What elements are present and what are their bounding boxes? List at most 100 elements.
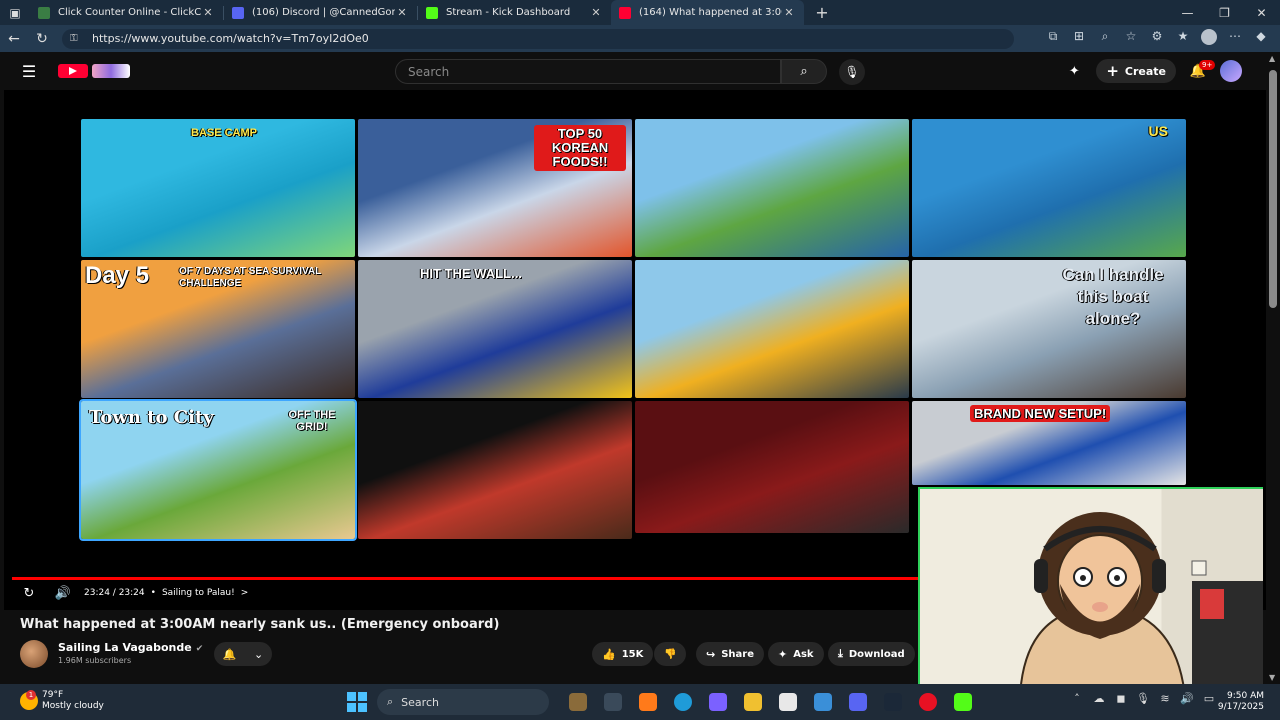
microphone-icon[interactable]: 🎙: [1132, 692, 1154, 705]
minimize-icon[interactable]: —: [1169, 6, 1206, 20]
back-icon[interactable]: ←: [0, 31, 28, 47]
copilot-icon[interactable]: ◆: [1248, 29, 1274, 48]
scroll-thumb[interactable]: [1269, 70, 1277, 308]
taskbar-app-icon[interactable]: [560, 690, 595, 714]
favorites-icon[interactable]: ★: [1170, 29, 1196, 48]
taskbar-app-icon[interactable]: [770, 690, 805, 714]
taskbar-search[interactable]: ⌕ Search: [377, 689, 549, 715]
taskbar-app-icon[interactable]: [630, 690, 665, 714]
share-button[interactable]: ↪ Share: [696, 642, 765, 666]
ask-button[interactable]: ✦ Ask: [768, 642, 824, 666]
end-screen-video-thumbnail[interactable]: [635, 401, 909, 533]
search-icon: ⌕: [800, 64, 808, 79]
temperature: 79°F: [42, 690, 64, 700]
search-input[interactable]: Search: [395, 59, 781, 84]
tab-actions-icon[interactable]: ▣: [0, 0, 30, 25]
header-actions: ✦ + Create 🔔 9+: [1062, 59, 1242, 83]
scroll-down-icon[interactable]: ▼: [1269, 673, 1275, 682]
taskbar-clock[interactable]: 9:50 AM 9/17/2025: [1218, 691, 1264, 713]
page-scrollbar[interactable]: ▲ ▼: [1266, 52, 1280, 684]
taskbar-app-icon[interactable]: [735, 690, 770, 714]
taskbar-app-icon[interactable]: [910, 690, 945, 714]
scroll-up-icon[interactable]: ▲: [1269, 54, 1275, 63]
download-button[interactable]: ⤓ Download: [828, 642, 915, 666]
create-label: Create: [1124, 64, 1166, 78]
start-button[interactable]: [347, 692, 367, 712]
volume-icon[interactable]: 🔊: [46, 586, 80, 601]
create-button[interactable]: + Create: [1096, 59, 1176, 83]
end-screen-video-thumbnail[interactable]: HIT THE WALL...: [358, 260, 632, 398]
browser-tab-0[interactable]: Click Counter Online - ClickCount ✕: [30, 0, 223, 25]
thumbnail-caption: BRAND NEW SETUP!: [970, 405, 1111, 422]
close-tab-icon[interactable]: ✕: [782, 6, 796, 19]
end-screen-video-thumbnail[interactable]: [358, 401, 632, 539]
taskbar-app-icon[interactable]: [665, 690, 700, 714]
taskbar-app-icon[interactable]: [945, 690, 980, 714]
end-screen-video-thumbnail[interactable]: TOP 50 KOREAN FOODS!!: [358, 119, 632, 257]
end-screen-video-thumbnail[interactable]: US: [912, 119, 1186, 257]
end-screen-video-thumbnail[interactable]: Town to City OFF THE GRID!: [79, 399, 357, 541]
dislike-button[interactable]: 👎: [654, 642, 687, 666]
taskbar-app-icon[interactable]: [595, 690, 630, 714]
close-tab-icon[interactable]: ✕: [395, 6, 409, 19]
end-screen-video-thumbnail[interactable]: Can I handle this boat alone?: [912, 260, 1186, 398]
weather-widget[interactable]: 1 79°F Mostly cloudy: [20, 690, 104, 712]
chapter-title[interactable]: Sailing to Palau!: [162, 588, 235, 598]
account-avatar[interactable]: [1220, 60, 1242, 82]
ask-label: Ask: [793, 648, 814, 660]
end-screen-video-thumbnail[interactable]: BASE CAMP: [81, 119, 355, 257]
tray-app-icon[interactable]: ◼: [1110, 692, 1132, 705]
zoom-icon[interactable]: ⌕: [1092, 29, 1118, 48]
close-window-icon[interactable]: ✕: [1243, 6, 1280, 20]
menu-icon[interactable]: ☰: [0, 62, 58, 81]
end-screen-video-thumbnail[interactable]: [635, 260, 909, 398]
end-screen-video-thumbnail[interactable]: BRAND NEW SETUP!: [912, 401, 1186, 485]
weather-sun-icon: 1: [20, 690, 38, 710]
site-info-icon[interactable]: ⚿: [70, 33, 84, 44]
speaker-icon[interactable]: 🔊: [1176, 692, 1198, 705]
close-tab-icon[interactable]: ✕: [201, 6, 215, 19]
browser-tab-2[interactable]: Stream - Kick Dashboard ✕: [418, 0, 611, 25]
end-screen-video-thumbnail[interactable]: Day 5 OF 7 DAYS AT SEA SURVIVAL CHALLENGE: [81, 260, 355, 398]
like-button[interactable]: 👍 15K: [592, 642, 654, 666]
channel-avatar[interactable]: [20, 640, 48, 668]
tray-overflow-icon[interactable]: ˄: [1066, 692, 1088, 705]
apps-icon[interactable]: ⊞: [1066, 29, 1092, 48]
thumbnail-caption: Can I handle this boat alone?: [1062, 265, 1164, 328]
thumbs-up-icon: 👍: [602, 647, 616, 661]
more-icon[interactable]: ⋯: [1222, 29, 1248, 48]
extension-star-icon[interactable]: ✦: [1062, 64, 1086, 79]
subscription-bell-button[interactable]: 🔔 ⌄: [214, 642, 272, 666]
youtube-doodle-logo[interactable]: [92, 64, 130, 78]
search-button[interactable]: ⌕: [781, 59, 827, 84]
maximize-icon[interactable]: ❐: [1206, 6, 1243, 20]
translate-icon[interactable]: ⧉: [1040, 29, 1066, 48]
browser-tab-3[interactable]: (164) What happened at 3:00AM ✕: [611, 0, 804, 25]
wifi-icon[interactable]: ≋: [1154, 692, 1176, 705]
address-bar-row: ← ↻ ⚿ https://www.youtube.com/watch?v=Tm…: [0, 25, 1280, 52]
voice-search-button[interactable]: 🎙: [839, 59, 865, 85]
favorite-star-icon[interactable]: ☆: [1118, 29, 1144, 48]
browser-tab-1[interactable]: (106) Discord | @CannedGorilla15 ✕: [224, 0, 417, 25]
taskbar-app-icon[interactable]: [840, 690, 875, 714]
taskbar-app-icon[interactable]: [805, 690, 840, 714]
profile-icon[interactable]: [1196, 29, 1222, 48]
taskbar-app-icon[interactable]: [700, 690, 735, 714]
channel-name-wrap[interactable]: Sailing La Vagabonde ✔: [58, 641, 203, 654]
replay-icon[interactable]: ↻: [12, 586, 46, 601]
notifications-button[interactable]: 🔔 9+: [1186, 59, 1216, 79]
extensions-icon[interactable]: ⚙: [1144, 29, 1170, 48]
end-screen-video-thumbnail[interactable]: [635, 119, 909, 257]
close-tab-icon[interactable]: ✕: [589, 6, 603, 19]
taskbar-app-icon[interactable]: [875, 690, 910, 714]
progress-bar[interactable]: [12, 577, 918, 580]
chapter-arrow-icon[interactable]: >: [241, 588, 249, 598]
windows-taskbar: 1 79°F Mostly cloudy ⌕ Search ˄ ☁ ◼ 🎙 ≋ …: [0, 684, 1280, 720]
url-field[interactable]: ⚿ https://www.youtube.com/watch?v=Tm7oyI…: [62, 28, 1014, 49]
battery-icon[interactable]: ▭: [1198, 692, 1220, 705]
refresh-icon[interactable]: ↻: [28, 31, 56, 47]
cloud-icon[interactable]: ☁: [1088, 692, 1110, 705]
youtube-logo[interactable]: [58, 64, 88, 78]
tab-title: (106) Discord | @CannedGorilla15: [252, 7, 395, 18]
new-tab-icon[interactable]: +: [810, 3, 834, 22]
